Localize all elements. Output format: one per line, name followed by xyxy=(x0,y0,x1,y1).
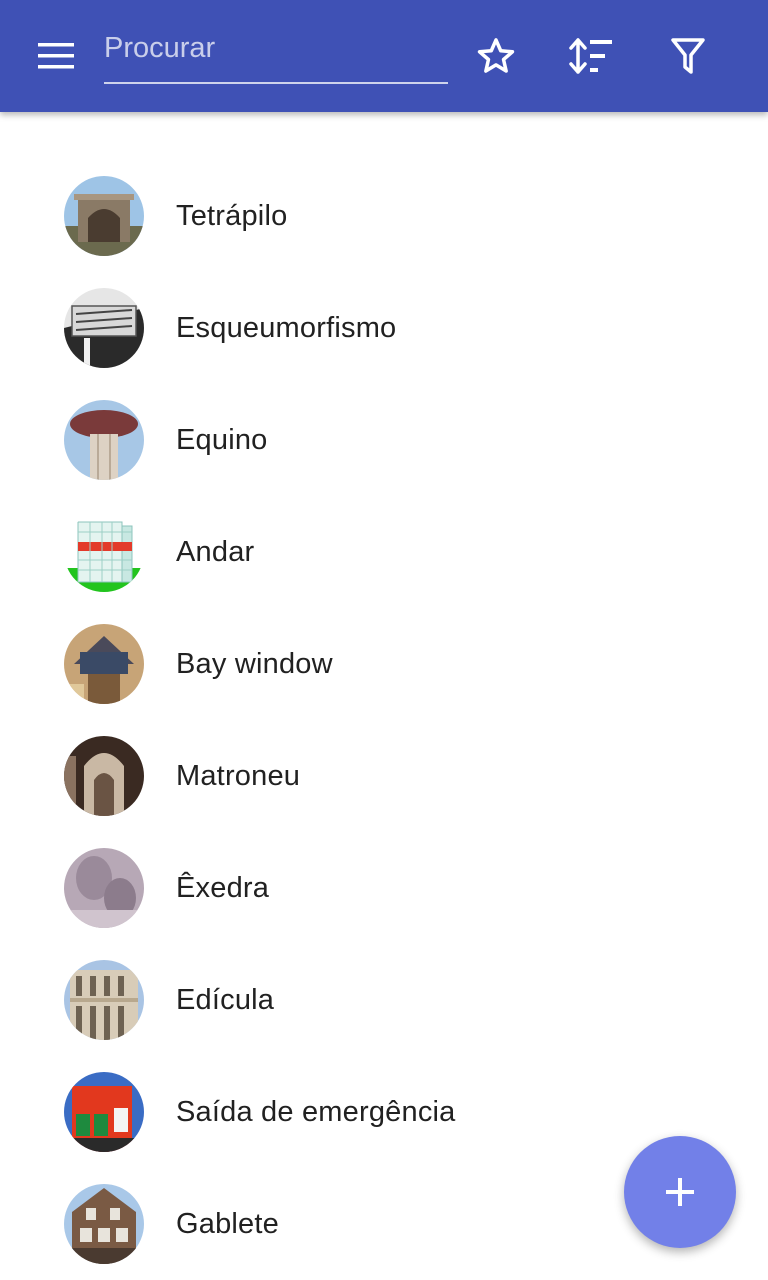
avatar-edicula xyxy=(64,960,144,1040)
item-label: Tetrápilo xyxy=(176,199,288,232)
plus-icon xyxy=(666,1178,694,1206)
menu-icon xyxy=(38,43,74,69)
search-input[interactable] xyxy=(104,26,444,70)
term-list: Tetrápilo Esqueumorfismo Equino Andar Ba… xyxy=(0,160,768,1280)
sort-icon xyxy=(569,38,612,74)
list-item[interactable]: Matroneu xyxy=(0,720,768,832)
list-item[interactable]: Edícula xyxy=(0,944,768,1056)
avatar-bay-window xyxy=(64,624,144,704)
star-outline-icon xyxy=(477,38,515,73)
item-label: Andar xyxy=(176,535,255,568)
avatar-tetrapilo xyxy=(64,176,144,256)
avatar-gablete xyxy=(64,1184,144,1264)
menu-button[interactable] xyxy=(28,36,84,76)
filter-button[interactable] xyxy=(660,28,716,84)
avatar-saida-de-emergencia xyxy=(64,1072,144,1152)
filter-icon xyxy=(671,38,705,74)
avatar-matroneu xyxy=(64,736,144,816)
item-label: Equino xyxy=(176,423,268,456)
app-bar xyxy=(0,0,768,112)
item-label: Bay window xyxy=(176,647,333,680)
item-label: Edícula xyxy=(176,983,275,1016)
avatar-exedra xyxy=(64,848,144,928)
list-item[interactable]: Êxedra xyxy=(0,832,768,944)
search-field xyxy=(104,24,448,84)
favorites-button[interactable] xyxy=(468,28,524,84)
item-label: Gablete xyxy=(176,1207,279,1240)
item-label: Saída de emergência xyxy=(176,1095,456,1128)
item-label: Matroneu xyxy=(176,759,301,792)
list-item[interactable]: Esqueumorfismo xyxy=(0,272,768,384)
list-item[interactable]: Tetrápilo xyxy=(0,160,768,272)
list-item[interactable]: Equino xyxy=(0,384,768,496)
item-label: Esqueumorfismo xyxy=(176,311,397,344)
avatar-andar xyxy=(64,512,144,592)
list-item[interactable]: Bay window xyxy=(0,608,768,720)
avatar-equino xyxy=(64,400,144,480)
avatar-esqueumorfismo xyxy=(64,288,144,368)
sort-button[interactable] xyxy=(563,28,619,84)
list-item[interactable]: Andar xyxy=(0,496,768,608)
item-label: Êxedra xyxy=(176,871,270,904)
add-button[interactable] xyxy=(624,1136,736,1248)
